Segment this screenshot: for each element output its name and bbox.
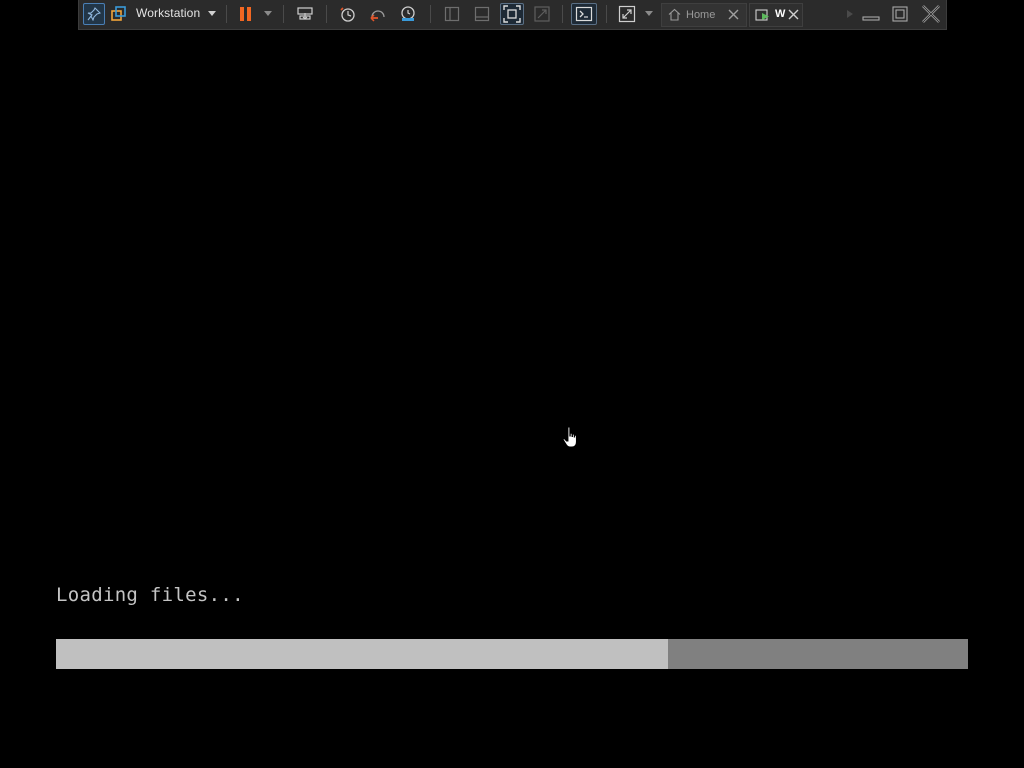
home-icon bbox=[668, 8, 681, 24]
fullscreen-frame-icon bbox=[503, 5, 521, 23]
revert-snapshot-icon bbox=[369, 5, 387, 23]
vmware-logo-icon bbox=[111, 6, 127, 22]
unity-icon bbox=[533, 5, 551, 23]
vmware-logo-button[interactable] bbox=[109, 3, 129, 25]
caret-down-icon bbox=[264, 11, 272, 17]
pause-vm-button[interactable] bbox=[235, 3, 257, 25]
thumbnail-bar-icon bbox=[474, 6, 490, 22]
vmware-fullscreen-toolbar: Workstation Home W bbox=[78, 0, 947, 30]
snapshot-manager-icon bbox=[399, 5, 417, 23]
toolbar-separator bbox=[226, 5, 227, 23]
boot-progress-fill bbox=[56, 639, 668, 669]
minimize-icon bbox=[862, 7, 880, 21]
caret-down-icon bbox=[208, 11, 216, 17]
hand-pointer-icon bbox=[562, 426, 580, 450]
show-thumbnail-bar-button[interactable] bbox=[471, 3, 493, 25]
snapshot-manager-button[interactable] bbox=[397, 3, 419, 25]
console-view-button[interactable] bbox=[571, 3, 597, 25]
send-ctrl-alt-del-button[interactable] bbox=[294, 3, 316, 25]
vm-running-icon bbox=[755, 9, 771, 25]
fit-guest-button[interactable] bbox=[500, 3, 524, 25]
scroll-tabs-right-button[interactable] bbox=[843, 3, 857, 25]
power-options-dropdown[interactable] bbox=[261, 3, 275, 25]
pin-toolbar-button[interactable] bbox=[83, 3, 105, 25]
unity-mode-button[interactable] bbox=[531, 3, 553, 25]
workstation-menu-label[interactable]: Workstation bbox=[136, 6, 200, 20]
tab-home-label: Home bbox=[686, 9, 716, 21]
caret-right-icon bbox=[847, 10, 853, 18]
show-library-button[interactable] bbox=[441, 3, 463, 25]
minimize-button[interactable] bbox=[859, 3, 883, 25]
toolbar-separator bbox=[326, 5, 327, 23]
terminal-icon bbox=[575, 6, 593, 22]
stretch-expand-icon bbox=[618, 5, 636, 23]
workstation-menu-dropdown[interactable] bbox=[205, 3, 219, 25]
caret-down-icon bbox=[645, 11, 653, 17]
take-snapshot-button[interactable] bbox=[337, 3, 359, 25]
stretch-options-dropdown[interactable] bbox=[642, 3, 656, 25]
stretch-guest-button[interactable] bbox=[616, 3, 638, 25]
toolbar-separator bbox=[562, 5, 563, 23]
tab-home[interactable]: Home bbox=[661, 3, 747, 27]
restore-button[interactable] bbox=[888, 3, 912, 25]
library-panel-icon bbox=[444, 6, 460, 22]
close-button[interactable] bbox=[919, 3, 943, 25]
tab-virtual-machine-label: W bbox=[775, 8, 786, 20]
revert-snapshot-button[interactable] bbox=[367, 3, 389, 25]
pause-icon bbox=[239, 6, 253, 22]
toolbar-separator bbox=[606, 5, 607, 23]
boot-status-text: Loading files... bbox=[56, 584, 244, 606]
vm-fullscreen-display: Workstation Home W Loading files... bbox=[0, 0, 1024, 768]
restore-icon bbox=[892, 6, 908, 22]
keyboard-send-icon bbox=[296, 6, 314, 22]
snapshot-clock-icon bbox=[339, 5, 357, 23]
toolbar-separator bbox=[430, 5, 431, 23]
close-tab-vm-button[interactable] bbox=[788, 9, 799, 23]
boot-progress-bar bbox=[56, 639, 968, 669]
pin-icon bbox=[87, 7, 101, 21]
close-tab-home-button[interactable] bbox=[728, 9, 739, 23]
toolbar-separator bbox=[283, 5, 284, 23]
tab-virtual-machine[interactable]: W bbox=[749, 3, 803, 27]
close-icon bbox=[922, 5, 940, 23]
